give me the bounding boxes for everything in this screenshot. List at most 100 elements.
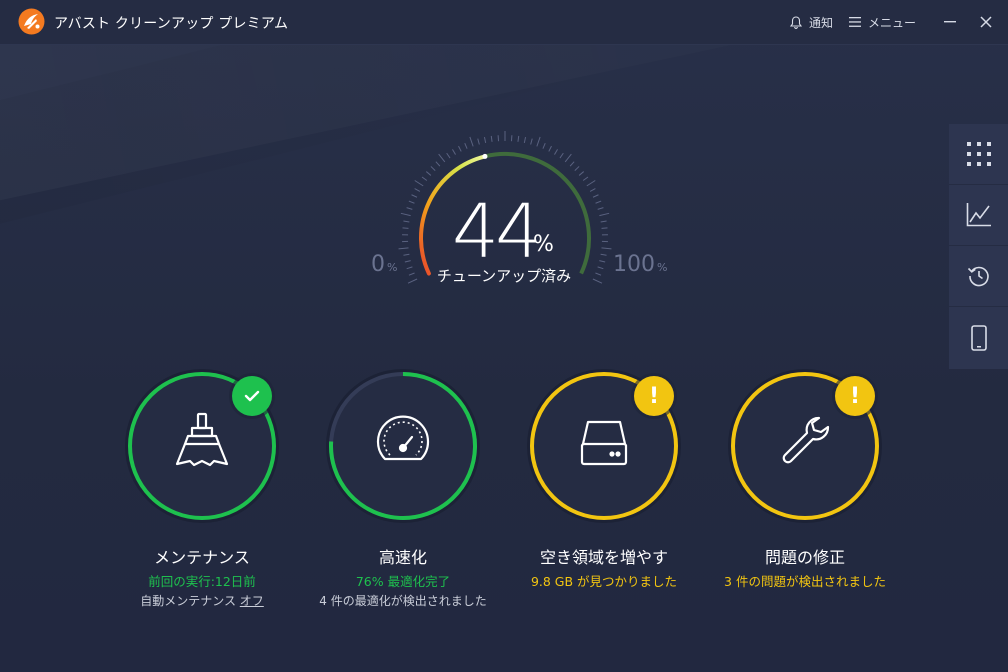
fix-problems-title: 問題の修正 <box>764 548 845 567</box>
gauge-tick <box>425 171 432 176</box>
gauge-tick <box>597 207 604 210</box>
auto-maintenance-label: 自動メンテナンス <box>140 594 240 608</box>
close-icon <box>980 16 992 28</box>
gauge-tick <box>523 136 527 144</box>
menu-icon <box>848 17 861 27</box>
speedup-title: 高速化 <box>378 548 427 567</box>
gauge-tick <box>582 176 589 181</box>
side-toolbar <box>949 124 1008 369</box>
menu-button[interactable]: メニュー <box>848 14 916 31</box>
gauge-value: 44 <box>452 189 542 275</box>
gauge-max-unit: % <box>657 261 668 274</box>
title-bar: アバスト クリーンアップ プレミアム 通知 メニュー <box>0 0 1008 45</box>
gauge-tick <box>446 152 451 159</box>
menu-label: メニュー <box>867 15 916 30</box>
speedup-tile[interactable]: 高速化 76% 最適化完了 4 件の最適化が検出されました <box>303 366 503 609</box>
gauge-tick <box>578 171 585 176</box>
gauge-tick <box>411 194 418 198</box>
gauge-tick <box>592 194 599 198</box>
check-icon <box>244 390 260 402</box>
gauge-tick <box>574 166 580 171</box>
speedup-detail: 4 件の最適化が検出されました <box>319 594 487 608</box>
maintenance-tile[interactable]: メンテナンス 前回の実行:12日前 自動メンテナンス オフ <box>102 366 302 609</box>
gauge-tick <box>402 227 409 229</box>
history-button[interactable] <box>949 246 1008 307</box>
gauge-tick <box>438 153 446 163</box>
mobile-button[interactable] <box>949 307 1008 369</box>
gauge-tick <box>403 253 410 256</box>
gauge-tick <box>469 136 474 147</box>
exclamation-icon: ! <box>648 383 660 409</box>
gauge-tick <box>400 212 411 217</box>
gauge-tick <box>435 161 441 167</box>
auto-maintenance-text: 自動メンテナンス オフ <box>102 592 302 609</box>
gauge-tick <box>458 145 462 152</box>
gauge-indicator-dot <box>482 153 488 159</box>
gauge-tick <box>408 200 415 204</box>
gauge-tick <box>414 188 421 192</box>
gauge-tick <box>483 136 487 144</box>
gauge-tick <box>430 166 436 171</box>
gauge-min-value: 0 <box>371 252 385 277</box>
free-space-status: 9.8 GB が見つかりました <box>530 574 678 589</box>
fix-problems-status: 3 件の問題が検出されました <box>724 574 886 589</box>
grid-icon <box>966 142 991 166</box>
gauge-tick <box>530 138 533 145</box>
gauge-tick <box>464 142 468 149</box>
gauge-tick <box>600 220 607 223</box>
gauge-tick <box>601 227 608 229</box>
exclamation-icon: ! <box>849 383 861 409</box>
gauge-tick <box>548 145 552 152</box>
gauge-tick <box>599 212 610 217</box>
warning-badge: ! <box>634 376 674 416</box>
history-icon <box>967 266 989 287</box>
gauge-tick <box>477 138 480 145</box>
gauge-unit: % <box>533 232 554 257</box>
success-badge <box>232 376 272 416</box>
gauge-tick <box>595 200 602 204</box>
apps-button[interactable] <box>949 124 1008 185</box>
speedup-status: 76% 最適化完了 <box>355 574 451 589</box>
gauge-max-value: 100 <box>613 252 655 277</box>
gauge-tick <box>490 135 493 142</box>
gauge-tick <box>569 161 575 167</box>
gauge-tick <box>542 142 546 149</box>
mobile-icon <box>970 325 987 351</box>
gauge-tick <box>586 180 596 187</box>
notifications-button[interactable]: 通知 <box>789 14 833 31</box>
gauge-tick <box>600 253 607 256</box>
gauge-label: チューンアップ済み <box>436 267 572 285</box>
gauge-tick <box>421 176 428 181</box>
gauge-tick <box>536 136 541 147</box>
avast-logo-icon <box>18 8 45 35</box>
maintenance-title: メンテナンス <box>154 548 250 567</box>
statistics-button[interactable] <box>949 185 1008 246</box>
auto-maintenance-toggle-link[interactable]: オフ <box>240 594 264 608</box>
gauge-tick <box>601 247 612 250</box>
gauge-min-label: 0% <box>371 252 397 277</box>
maintenance-status: 前回の実行:12日前 <box>148 574 256 589</box>
notifications-label: 通知 <box>808 15 833 30</box>
minimize-button[interactable] <box>932 0 968 44</box>
gauge-tick <box>403 220 410 223</box>
warning-badge: ! <box>835 376 875 416</box>
gauge-tick <box>406 207 413 210</box>
gauge-max-label: 100% <box>613 252 667 277</box>
gauge-tick <box>398 247 409 250</box>
minimize-icon <box>944 21 956 23</box>
fix-problems-tile[interactable]: ! 問題の修正 3 件の問題が検出されました <box>705 366 905 590</box>
gauge-min-unit: % <box>387 261 398 274</box>
chart-icon <box>966 203 991 227</box>
close-button[interactable] <box>968 0 1004 44</box>
gauge-tick <box>589 188 596 192</box>
speedup-ring <box>326 369 480 523</box>
free-space-title: 空き領域を増やす <box>539 548 668 567</box>
app-title: アバスト クリーンアップ プレミアム <box>54 16 289 32</box>
gauge-tick <box>414 180 424 187</box>
gauge-tick <box>452 149 456 155</box>
gauge-tick <box>517 135 520 142</box>
bell-icon <box>789 15 802 29</box>
free-space-tile[interactable]: ! 空き領域を増やす 9.8 GB が見つかりました <box>504 366 704 590</box>
gauge-tick <box>404 260 411 263</box>
app-window: アバスト クリーンアップ プレミアム 通知 メニュー 0 % 100 % 44 … <box>0 0 1008 672</box>
